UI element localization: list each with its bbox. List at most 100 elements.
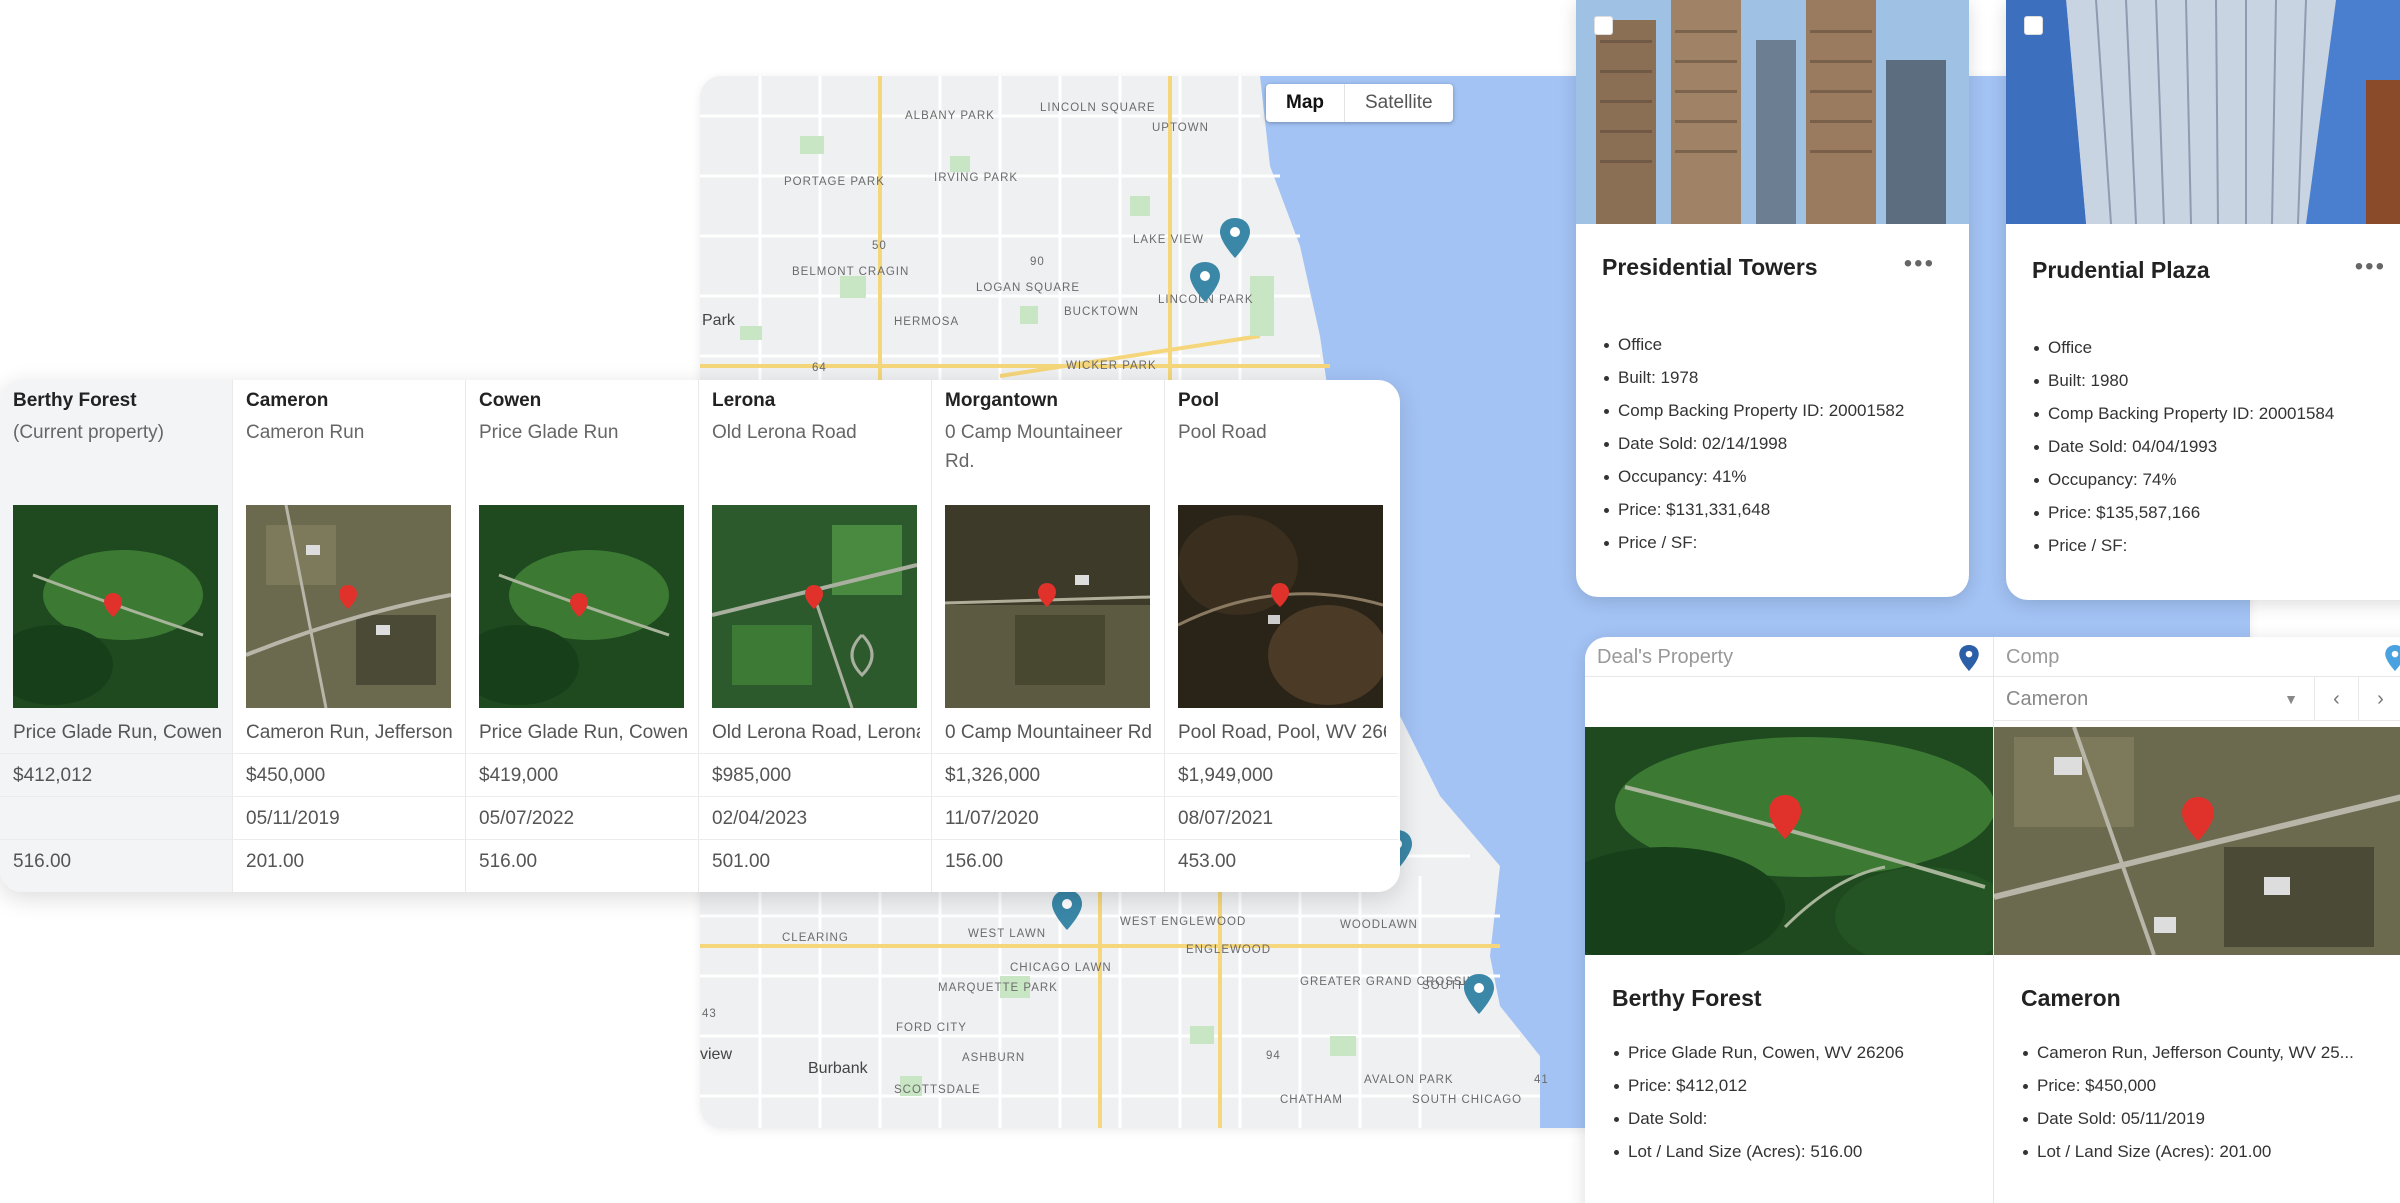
- detail-address: Cameron Run, Jefferson County, WV 25...: [2021, 1036, 2391, 1069]
- property-name: Lerona: [712, 390, 776, 411]
- acres-cell: 516.00: [13, 851, 72, 872]
- map-label: SOUTH CHICAGO: [1412, 1094, 1523, 1106]
- property-subtitle: Price Glade Run: [479, 422, 619, 443]
- more-options-icon[interactable]: •••: [1904, 250, 1935, 278]
- property-name: Pool: [1178, 390, 1220, 411]
- deal-property-label: Deal's Property: [1597, 646, 1734, 668]
- address-cell: Old Lerona Road, Lerona, WV: [699, 711, 932, 754]
- deal-property-details: Price Glade Run, Cowen, WV 26206 Price: …: [1612, 1036, 1982, 1168]
- map-label: AVALON PARK: [1364, 1074, 1454, 1086]
- select-checkbox[interactable]: [2024, 16, 2043, 35]
- map-label: view: [700, 1046, 733, 1063]
- highway-shield: 90: [1030, 256, 1045, 268]
- property-name: Cowen: [479, 390, 542, 411]
- comparison-column[interactable]: Cowen Price Glade Run Price Glade Run, C…: [466, 380, 699, 892]
- address-cell: Cameron Run, Jefferson County, WV 25...: [233, 711, 466, 754]
- property-subtitle: (Current property): [13, 422, 164, 443]
- property-name: Morgantown: [945, 390, 1058, 411]
- property-photo: [1576, 0, 1969, 224]
- map-pin-icon: [1959, 645, 1979, 671]
- detail-type: Office: [1602, 328, 1904, 361]
- deal-property-header: Deal's Property: [1585, 637, 1993, 677]
- map-pin-icon[interactable]: [1220, 218, 1250, 258]
- date-cell: 05/11/2019: [233, 797, 466, 840]
- detail-price: Price: $131,331,648: [1602, 493, 1904, 526]
- comparison-column[interactable]: Lerona Old Lerona Road Old Lerona Road, …: [699, 380, 932, 892]
- map-label: BELMONT CRAGIN: [792, 266, 910, 278]
- map-label: Burbank: [808, 1060, 868, 1077]
- price-cell: $985,000: [699, 754, 932, 797]
- map-label: SCOTTSDALE: [894, 1084, 981, 1096]
- map-button[interactable]: Map: [1266, 84, 1345, 122]
- property-card-presidential-towers[interactable]: Presidential Towers ••• Office Built: 19…: [1576, 0, 1969, 597]
- satellite-thumbnail: [13, 505, 218, 708]
- satellite-button[interactable]: Satellite: [1345, 84, 1453, 122]
- comp-select-value: Cameron: [2006, 688, 2089, 710]
- satellite-image: [1585, 727, 1993, 955]
- map-label: BUCKTOWN: [1064, 306, 1139, 318]
- map-pin-icon[interactable]: [1464, 974, 1494, 1014]
- map-type-toggle[interactable]: Map Satellite: [1266, 84, 1453, 122]
- map-label: PORTAGE PARK: [784, 176, 885, 188]
- property-name: Berthy Forest: [13, 390, 137, 411]
- detail-date-sold: Date Sold: 04/04/1993: [2032, 430, 2334, 463]
- map-label: ENGLEWOOD: [1186, 944, 1272, 956]
- comparison-table: Berthy Forest (Current property) Price G…: [0, 380, 1400, 892]
- prev-comp-button[interactable]: ‹: [2314, 677, 2358, 721]
- map-label: WEST ENGLEWOOD: [1120, 916, 1247, 928]
- comparison-column[interactable]: Pool Pool Road Pool Road, Pool, WV 26684…: [1165, 380, 1398, 892]
- highway-shield: 50: [872, 240, 887, 252]
- map-label: CLEARING: [782, 932, 849, 944]
- map-label: IRVING PARK: [934, 172, 1019, 184]
- detail-price-sf: Price / SF:: [1602, 526, 1904, 559]
- satellite-thumbnail: [479, 505, 684, 708]
- satellite-thumbnail: [712, 505, 917, 708]
- map-label: CHICAGO LAWN: [1010, 962, 1112, 974]
- next-comp-button[interactable]: ›: [2358, 677, 2400, 721]
- map-label: MARQUETTE PARK: [938, 982, 1058, 994]
- more-options-icon[interactable]: •••: [2355, 253, 2386, 281]
- detail-date-sold: Date Sold:: [1612, 1102, 1982, 1135]
- property-subtitle: Old Lerona Road: [712, 422, 857, 443]
- map-label: LOGAN SQUARE: [976, 282, 1081, 294]
- map-label: UPTOWN: [1152, 122, 1209, 134]
- select-checkbox[interactable]: [1594, 16, 1613, 35]
- property-title: Presidential Towers: [1602, 254, 1818, 280]
- acres-cell: 501.00: [712, 851, 771, 872]
- deal-property-panel: Deal's Property Berthy Forest Price Glad…: [1585, 637, 1993, 1203]
- comp-select-dropdown[interactable]: Cameron ▼: [1994, 677, 2314, 721]
- acres-cell: 453.00: [1178, 851, 1237, 872]
- satellite-thumbnail: [246, 505, 451, 708]
- map-label: FORD CITY: [896, 1022, 967, 1034]
- property-subtitle: 0 Camp Mountaineer Rd.: [945, 422, 1123, 472]
- detail-address: Price Glade Run, Cowen, WV 26206: [1612, 1036, 1982, 1069]
- map-pin-icon[interactable]: [1190, 262, 1220, 302]
- map-label: WEST LAWN: [968, 928, 1047, 940]
- map-pin-icon: [2385, 645, 2400, 671]
- detail-comp-id: Comp Backing Property ID: 20001584: [2032, 397, 2334, 430]
- map-label: WOODLAWN: [1340, 919, 1418, 931]
- property-card-prudential-plaza[interactable]: Prudential Plaza ••• Office Built: 1980 …: [2006, 0, 2400, 600]
- property-title: Prudential Plaza: [2032, 257, 2210, 283]
- comp-header: Comp: [1994, 637, 2400, 677]
- map-label: SOUTH: [1422, 980, 1468, 992]
- detail-type: Office: [2032, 331, 2334, 364]
- price-cell: $450,000: [233, 754, 466, 797]
- map-pin-icon[interactable]: [1052, 890, 1082, 930]
- highway-shield: 41: [1534, 1074, 1549, 1086]
- highway-shield: 64: [812, 362, 827, 374]
- deal-property-title: Berthy Forest: [1612, 985, 1762, 1011]
- comparison-column[interactable]: Morgantown 0 Camp Mountaineer Rd. 0 Camp…: [932, 380, 1165, 892]
- comparison-column[interactable]: Cameron Cameron Run Cameron Run, Jeffers…: [233, 380, 466, 892]
- comparison-column-current[interactable]: Berthy Forest (Current property) Price G…: [0, 380, 233, 892]
- price-cell: $1,949,000: [1165, 754, 1398, 797]
- property-subtitle: Pool Road: [1178, 422, 1267, 443]
- map-label: CHATHAM: [1280, 1094, 1344, 1106]
- date-cell: 08/07/2021: [1165, 797, 1398, 840]
- satellite-image: [1994, 727, 2400, 955]
- map-label: Park: [702, 312, 735, 329]
- satellite-thumbnail: [1178, 505, 1383, 708]
- detail-price-sf: Price / SF:: [2032, 529, 2334, 562]
- detail-lot-size: Lot / Land Size (Acres): 201.00: [2021, 1135, 2391, 1168]
- property-subtitle: Cameron Run: [246, 422, 365, 443]
